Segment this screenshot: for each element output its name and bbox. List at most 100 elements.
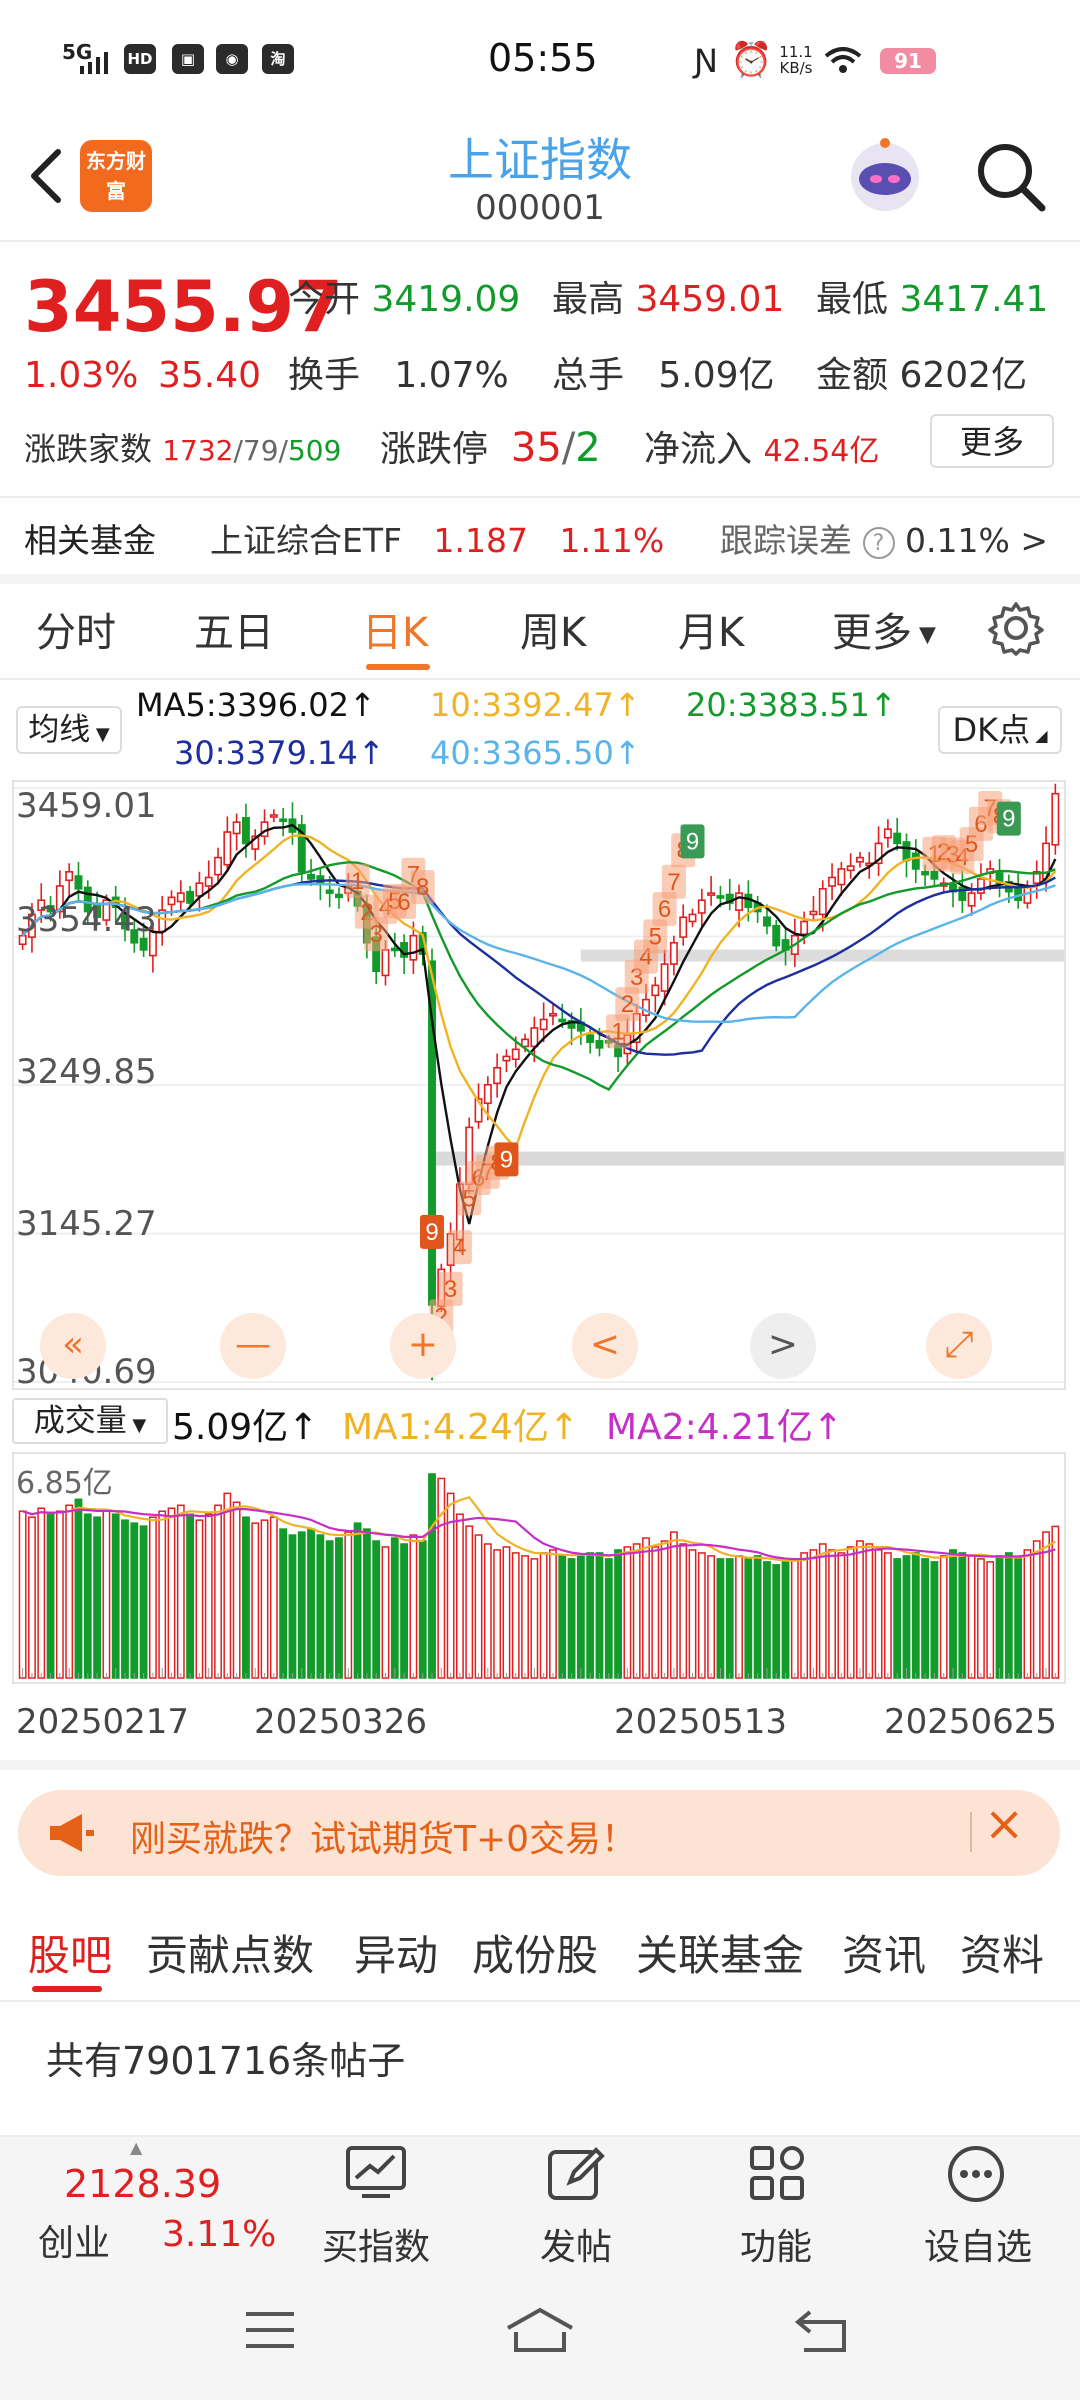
volume-bar [483, 1543, 492, 1679]
back-nav-icon[interactable] [794, 2306, 850, 2354]
functions-label[interactable]: 功能 [740, 2218, 812, 2270]
settings-gear-icon[interactable] [988, 600, 1044, 656]
nine-turn-label: 3 [444, 1276, 457, 1303]
y-tick-label: 3459.01 [16, 786, 157, 826]
volume-bar [744, 1558, 753, 1679]
post-edit-icon[interactable] [546, 2144, 606, 2204]
gem-index-name[interactable]: 创业 [38, 2214, 110, 2266]
functions-grid-icon[interactable] [748, 2144, 806, 2202]
volume-bar [958, 1552, 967, 1679]
candle-body [335, 893, 343, 899]
tab-constituents[interactable]: 成份股 [472, 1922, 598, 1983]
volume-bar [586, 1552, 595, 1679]
tab-monthly-k[interactable]: 月K [678, 600, 744, 658]
tab-anomaly[interactable]: 异动 [354, 1922, 438, 1983]
tab-contribution[interactable]: 贡献点数 [146, 1922, 314, 1983]
promo-text[interactable]: 刚买就跌？试试期货T+0交易！ [130, 1810, 637, 1862]
tab-five-day[interactable]: 五日 [194, 600, 274, 658]
menu-icon[interactable] [244, 2310, 296, 2350]
volume-chart[interactable] [12, 1452, 1066, 1684]
more-button[interactable]: 更多 [930, 414, 1054, 468]
collapse-arrow-icon[interactable]: ▲ [130, 2138, 142, 2157]
volume-bar [288, 1534, 297, 1679]
candle-body [651, 984, 660, 997]
tracking-error[interactable]: 跟踪误差 ? 0.11% > [720, 514, 1048, 562]
volume-bar [669, 1531, 678, 1679]
volume-bar [614, 1549, 622, 1679]
tab-intraday[interactable]: 分时 [36, 600, 116, 658]
volume-bar [790, 1558, 799, 1679]
tab-more[interactable]: 更多 ▼ [832, 600, 936, 658]
candle-body [307, 873, 316, 880]
candle-body [902, 841, 911, 862]
volume-bar [335, 1537, 343, 1679]
candle-body [688, 913, 697, 923]
volume-bar [604, 1558, 613, 1679]
zoom-out-button[interactable]: — [220, 1313, 286, 1379]
volume-bar [865, 1543, 874, 1679]
wifi-icon [824, 47, 862, 73]
home-icon[interactable] [504, 2306, 576, 2354]
volume-bar [176, 1504, 185, 1679]
candlestick-chart[interactable]: 123456789123456789123456789123456789 [12, 780, 1066, 1390]
volume-bar [530, 1558, 539, 1679]
scroll-start-button[interactable]: « [40, 1313, 106, 1379]
volume-bar [251, 1522, 260, 1679]
candle-body [595, 1039, 604, 1049]
megaphone-icon [50, 1814, 94, 1852]
tab-stock-forum[interactable]: 股吧 [28, 1922, 112, 1983]
tab-profile[interactable]: 资料 [960, 1922, 1044, 1983]
scroll-right-button[interactable]: > [750, 1313, 816, 1379]
ma-type-select[interactable]: 均线 ▼ [16, 706, 122, 754]
nine-turn-label: 5 [649, 923, 662, 950]
tab-weekly-k[interactable]: 周K [520, 600, 586, 658]
turnover-rate: 换手 1.07% [288, 355, 509, 396]
nine-turn-label: 6 [658, 896, 671, 923]
volume-bar [232, 1501, 241, 1679]
nine-turn-label: 2 [621, 991, 634, 1018]
volume-bar [1032, 1540, 1041, 1679]
scroll-left-button[interactable]: < [572, 1313, 638, 1379]
volume-bar [688, 1549, 697, 1679]
related-fund-row[interactable]: 上证综合ETF 1.187 1.11% [210, 514, 664, 562]
buy-index-label[interactable]: 买指数 [322, 2218, 430, 2270]
ma40-value: 40:3365.50↑ [430, 734, 641, 772]
buy-index-icon[interactable] [344, 2144, 408, 2202]
volume-bar [595, 1552, 604, 1679]
nine-turn-label: 8 [416, 874, 429, 901]
nine-turn-label: 9 [500, 1146, 513, 1173]
post-label[interactable]: 发帖 [540, 2218, 612, 2270]
gem-index-value[interactable]: 2128.39 [64, 2162, 221, 2206]
tab-daily-k[interactable]: 日K [362, 600, 428, 658]
volume-bar [223, 1492, 232, 1679]
candle-body [502, 1055, 511, 1062]
tab-related-funds[interactable]: 关联基金 [636, 1922, 804, 1983]
add-watchlist-label[interactable]: 设自选 [924, 2218, 1032, 2270]
volume-axis-max: 6.85亿 [16, 1466, 113, 1501]
volume-bar [939, 1555, 948, 1679]
close-icon[interactable]: × [984, 1796, 1024, 1852]
total-volume: 总手 5.09亿 [552, 355, 775, 396]
candle-body [558, 1018, 567, 1023]
dk-point-button[interactable]: DK点 ◢ [938, 706, 1062, 754]
volume-bar [493, 1549, 502, 1679]
high-price: 最高 3459.01 [552, 279, 785, 320]
candle-body [883, 828, 892, 839]
indicator-select[interactable]: 成交量 ▼ [12, 1398, 168, 1444]
candle-body [390, 947, 399, 952]
fullscreen-button[interactable]: ⤢ [926, 1313, 992, 1379]
more-dots-icon[interactable] [946, 2144, 1006, 2204]
robot-assistant-icon[interactable] [845, 135, 925, 215]
volume-bar [37, 1507, 46, 1679]
zoom-in-button[interactable]: + [390, 1313, 456, 1379]
volume-bar [623, 1546, 632, 1679]
volume-bar [362, 1528, 371, 1679]
volume-bar [269, 1516, 278, 1679]
change-amount: 35.40 [158, 355, 262, 396]
search-icon[interactable] [972, 138, 1048, 214]
gem-index-pct[interactable]: 3.11% [162, 2214, 276, 2255]
candle-body [325, 889, 334, 894]
limit-up-down: 涨跌停 35/2 [380, 425, 601, 471]
taobao-icon: 淘 [262, 44, 294, 74]
tab-news[interactable]: 资讯 [842, 1922, 926, 1983]
